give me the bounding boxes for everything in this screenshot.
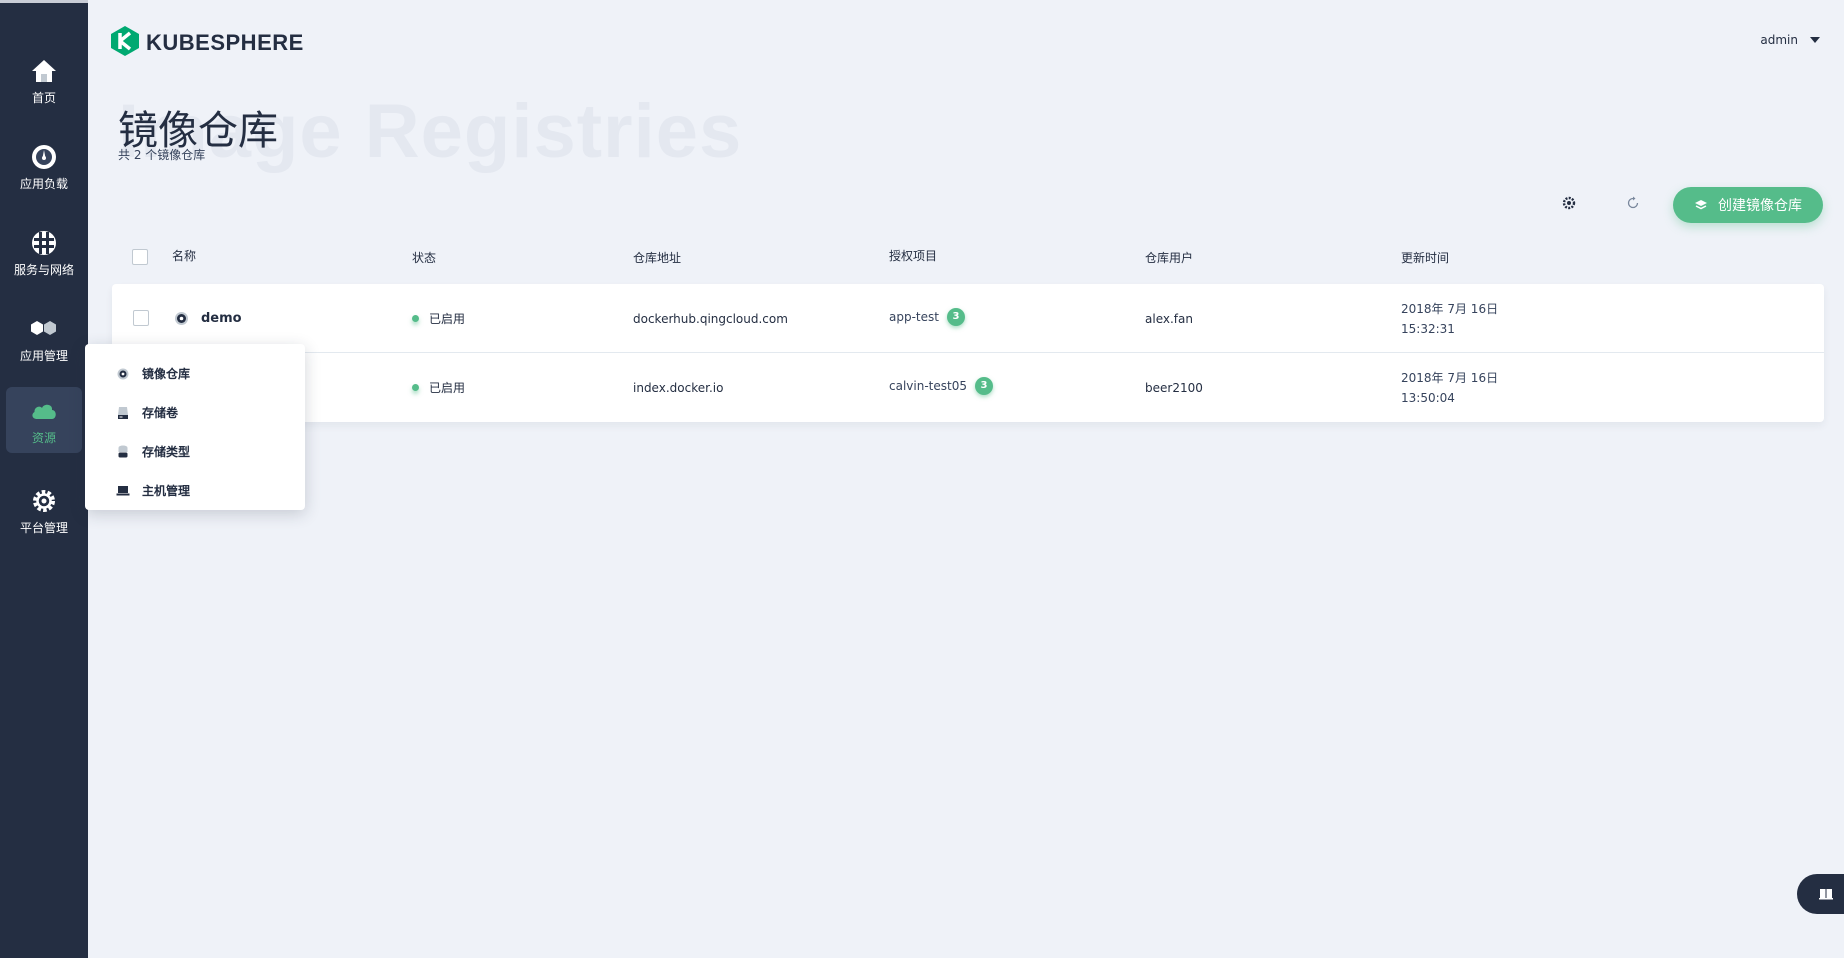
create-registry-button[interactable]: 创建镜像仓库 xyxy=(1673,187,1823,223)
authorized-projects: app-test 3 xyxy=(889,282,965,351)
refresh-icon xyxy=(1626,195,1640,214)
menu-item-label: 存储卷 xyxy=(142,406,179,420)
registry-name-text: demo xyxy=(201,311,242,326)
registry-name[interactable]: demo xyxy=(174,284,242,353)
project-count-badge: 3 xyxy=(946,307,965,326)
resources-dropdown-menu: 镜像仓库 存储卷 存储类型 主机管理 xyxy=(85,344,305,510)
gear-icon xyxy=(1562,195,1576,214)
sidebar-item-label: 应用负载 xyxy=(19,177,68,191)
sidebar-item-app-management[interactable]: 应用管理 xyxy=(6,305,82,371)
project-count-badge: 3 xyxy=(974,376,993,395)
registry-icon xyxy=(116,367,130,381)
menu-item-label: 存储类型 xyxy=(142,445,191,459)
column-header-name[interactable]: 名称 xyxy=(172,244,196,268)
layers-icon xyxy=(1694,198,1708,212)
menu-item-volumes[interactable]: 存储卷 xyxy=(85,393,305,432)
hexagons-icon xyxy=(29,315,59,343)
updated-time: 2018年 7月 16日 13:50:04 xyxy=(1401,353,1498,422)
sidebar-item-label: 资源 xyxy=(31,431,56,445)
column-header-updated[interactable]: 更新时间 xyxy=(1401,246,1449,270)
sidebar-item-label: 首页 xyxy=(31,91,56,105)
username: admin xyxy=(1760,33,1798,47)
volume-icon xyxy=(116,406,130,420)
sidebar-item-home[interactable]: 首页 xyxy=(6,47,82,113)
project-name: calvin-test05 xyxy=(889,378,967,393)
sidebar-item-resources[interactable]: 资源 xyxy=(6,387,82,453)
sidebar-item-label: 应用管理 xyxy=(19,349,68,363)
laptop-icon xyxy=(116,484,130,498)
row-checkbox[interactable] xyxy=(133,310,149,326)
registry-address: dockerhub.qingcloud.com xyxy=(633,311,788,326)
menu-item-label: 镜像仓库 xyxy=(142,367,191,381)
network-icon xyxy=(29,229,59,257)
create-registry-label: 创建镜像仓库 xyxy=(1718,198,1802,214)
dashboard-icon xyxy=(29,143,59,171)
updated-clock: 13:50:04 xyxy=(1401,390,1455,405)
column-header-user[interactable]: 仓库用户 xyxy=(1145,246,1193,270)
updated-clock: 15:32:31 xyxy=(1401,321,1455,336)
logo-text: KUBESPHERE xyxy=(146,30,304,55)
sidebar: 首页 应用负载 服务与网络 应用管理 资源 平台管理 xyxy=(0,0,88,958)
status-badge: 已启用 xyxy=(412,284,465,353)
settings-button[interactable] xyxy=(1555,190,1583,218)
sidebar-item-network[interactable]: 服务与网络 xyxy=(6,219,82,285)
updated-time: 2018年 7月 16日 15:32:31 xyxy=(1401,284,1498,353)
refresh-button[interactable] xyxy=(1619,190,1647,218)
menu-item-storage-classes[interactable]: 存储类型 xyxy=(85,432,305,471)
status-text: 已启用 xyxy=(429,381,466,395)
registry-icon xyxy=(174,311,189,326)
status-text: 已启用 xyxy=(429,312,466,326)
table-row[interactable]: 已启用 index.docker.io calvin-test05 3 beer… xyxy=(112,353,1824,422)
sidebar-item-label: 服务与网络 xyxy=(13,263,74,277)
updated-date: 2018年 7月 16日 xyxy=(1401,301,1499,316)
cloud-icon xyxy=(29,397,59,425)
help-button[interactable] xyxy=(1797,874,1844,914)
status-dot xyxy=(412,315,419,322)
menu-item-image-registries[interactable]: 镜像仓库 xyxy=(85,354,305,393)
table-header: 名称 状态 仓库地址 授权项目 仓库用户 更新时间 xyxy=(112,244,1824,284)
user-menu[interactable]: admin xyxy=(1760,33,1820,47)
sidebar-item-label: 平台管理 xyxy=(19,521,68,535)
updated-date: 2018年 7月 16日 xyxy=(1401,370,1499,385)
authorized-projects: calvin-test05 3 xyxy=(889,351,993,420)
chevron-down-icon xyxy=(1810,37,1820,43)
select-all-checkbox[interactable] xyxy=(132,249,148,265)
project-name: app-test xyxy=(889,309,939,324)
column-header-projects[interactable]: 授权项目 xyxy=(889,244,937,268)
column-header-status[interactable]: 状态 xyxy=(412,246,436,270)
sidebar-item-platform[interactable]: 平台管理 xyxy=(6,477,82,543)
status-badge: 已启用 xyxy=(412,353,465,422)
registry-user: alex.fan xyxy=(1145,311,1193,326)
home-icon xyxy=(29,57,59,85)
menu-item-hosts[interactable]: 主机管理 xyxy=(85,471,305,510)
registry-user: beer2100 xyxy=(1145,380,1203,395)
registry-table: demo 已启用 dockerhub.qingcloud.com app-tes… xyxy=(112,284,1824,422)
database-icon xyxy=(116,445,130,459)
page-subtitle: 共 2 个镜像仓库 xyxy=(118,148,206,162)
table-row[interactable]: demo 已启用 dockerhub.qingcloud.com app-tes… xyxy=(112,284,1824,353)
registry-address: index.docker.io xyxy=(633,380,724,395)
sidebar-item-workloads[interactable]: 应用负载 xyxy=(6,133,82,199)
menu-item-label: 主机管理 xyxy=(142,484,191,498)
column-header-address[interactable]: 仓库地址 xyxy=(633,246,681,270)
status-dot xyxy=(412,384,419,391)
book-icon xyxy=(1819,885,1833,904)
gear-icon xyxy=(29,487,59,515)
kubesphere-logo-icon xyxy=(110,25,140,61)
logo[interactable]: KUBESPHERE xyxy=(110,25,304,61)
